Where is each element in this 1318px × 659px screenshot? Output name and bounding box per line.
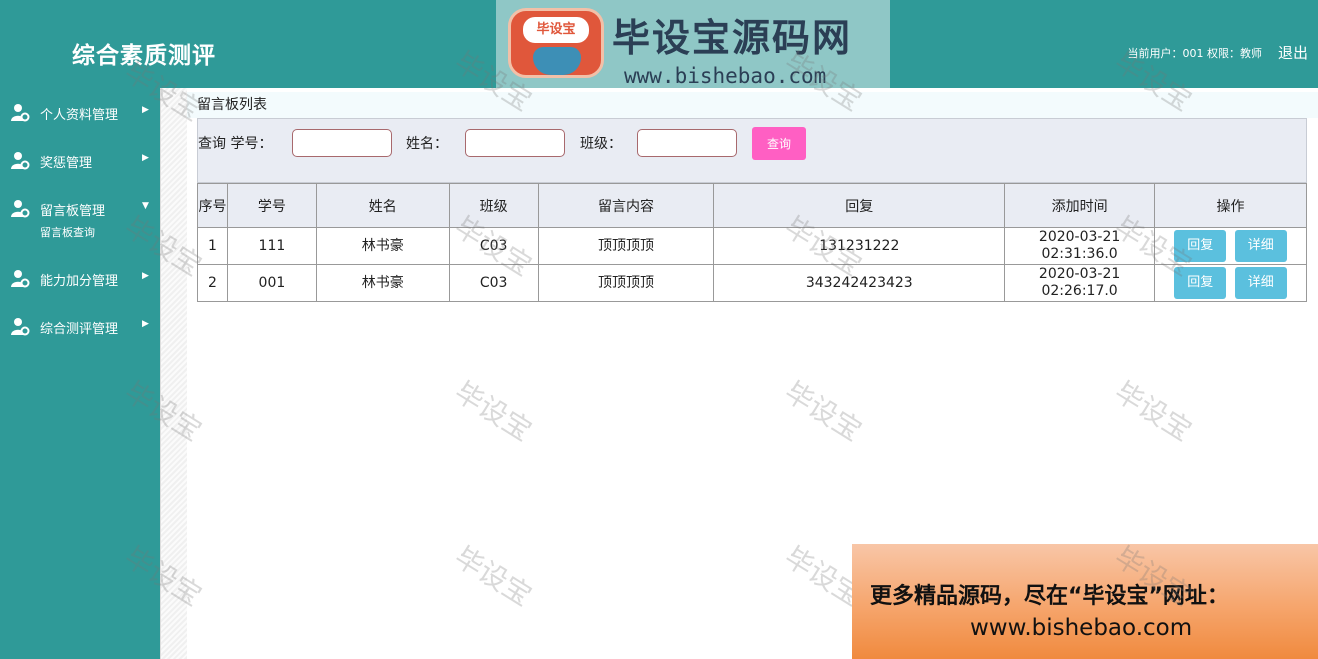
sidebar-item-label: 个人资料管理 xyxy=(40,108,119,123)
actions-cell: 回复 详细 xyxy=(1154,227,1307,265)
brand-watermark: 毕设宝 毕设宝源码网 www.bishebao.com xyxy=(496,0,890,88)
student-id-cell: 111 xyxy=(226,227,317,265)
added-clock: 02:31:36.0 xyxy=(1041,246,1118,262)
chevron-down-icon: ▼ xyxy=(142,201,149,211)
brand-logo: 毕设宝 xyxy=(508,8,604,78)
sidebar-item-ability-points[interactable]: 能力加分管理 ▶ xyxy=(0,254,160,302)
name-label: 姓名： xyxy=(406,136,448,152)
sidebar-item-label: 综合测评管理 xyxy=(40,322,119,337)
detail-button[interactable]: 详细 xyxy=(1234,230,1287,262)
reply-button[interactable]: 回复 xyxy=(1174,230,1227,262)
name-cell: 林书豪 xyxy=(315,227,450,265)
search-panel: 查询 学号： 姓名： 班级： 查询 xyxy=(197,118,1307,183)
sidebar-item-label: 留言板管理 xyxy=(40,204,106,219)
logout-link[interactable]: 退出 xyxy=(1278,42,1308,63)
chevron-right-icon: ▶ xyxy=(142,153,149,163)
table-row: 1 111 林书豪 C03 顶顶顶顶 131231222 2020-03-21 … xyxy=(197,227,1307,265)
page-title: 留言板列表 xyxy=(187,92,1318,118)
name-input[interactable] xyxy=(465,129,565,157)
column-header: 回复 xyxy=(713,183,1006,228)
user-gear-icon xyxy=(11,152,30,170)
detail-button[interactable]: 详细 xyxy=(1234,267,1287,299)
column-header: 姓名 xyxy=(315,183,450,228)
table-header-row: 序号 学号 姓名 班级 留言内容 回复 添加时间 操作 xyxy=(197,183,1307,228)
frame-divider xyxy=(160,88,187,659)
reply-cell: 343242423423 xyxy=(713,264,1006,302)
current-user-info: 当前用户：001 权限：教师 xyxy=(1127,47,1263,60)
sidebar-item-message-board[interactable]: 留言板管理 ▼ xyxy=(0,184,160,232)
sidebar-item-label: 奖惩管理 xyxy=(40,156,93,171)
ad-banner: 更多精品源码，尽在“毕设宝”网址： www.bishebao.com xyxy=(852,544,1318,659)
sidebar-item-evaluation[interactable]: 综合测评管理 ▶ xyxy=(0,302,160,350)
brand-url: www.bishebao.com xyxy=(624,64,827,88)
student-id-input[interactable] xyxy=(292,129,392,157)
chevron-right-icon: ▶ xyxy=(142,319,149,329)
table-row: 2 001 林书豪 C03 顶顶顶顶 343242423423 2020-03-… xyxy=(197,264,1307,302)
chevron-right-icon: ▶ xyxy=(142,105,149,115)
added-clock: 02:26:17.0 xyxy=(1041,283,1118,299)
ad-headline: 更多精品源码，尽在“毕设宝”网址： xyxy=(870,584,1229,609)
ad-url: www.bishebao.com xyxy=(970,615,1193,641)
column-header: 留言内容 xyxy=(537,183,715,228)
student-id-cell: 001 xyxy=(226,264,317,302)
seq-cell: 1 xyxy=(197,227,228,265)
class-cell: C03 xyxy=(448,264,539,302)
column-header: 添加时间 xyxy=(1004,183,1156,228)
app-title: 综合素质测评 xyxy=(72,42,216,69)
user-gear-icon xyxy=(11,104,30,122)
brand-name: 毕设宝源码网 xyxy=(612,16,853,60)
search-button[interactable]: 查询 xyxy=(752,127,806,160)
class-cell: C03 xyxy=(448,227,539,265)
message-table: 序号 学号 姓名 班级 留言内容 回复 添加时间 操作 1 111 林书豪 C0… xyxy=(197,183,1307,302)
user-gear-icon xyxy=(11,270,30,288)
class-label: 班级： xyxy=(580,136,622,152)
sidebar-item-label: 能力加分管理 xyxy=(40,274,119,289)
column-header: 操作 xyxy=(1154,183,1307,228)
reply-button[interactable]: 回复 xyxy=(1174,267,1227,299)
sidebar: 个人资料管理 ▶ 奖惩管理 ▶ 留言板管理 ▼ 留言板查询 能力加分管理 ▶ 综… xyxy=(0,88,160,659)
reply-cell: 131231222 xyxy=(713,227,1006,265)
name-cell: 林书豪 xyxy=(315,264,450,302)
brand-mascot-icon xyxy=(533,47,581,75)
added-date: 2020-03-21 xyxy=(1038,229,1121,245)
content-cell: 顶顶顶顶 xyxy=(537,227,715,265)
added-date: 2020-03-21 xyxy=(1038,266,1121,282)
content-cell: 顶顶顶顶 xyxy=(537,264,715,302)
student-id-label: 查询 学号： xyxy=(198,136,273,152)
column-header: 学号 xyxy=(226,183,317,228)
sidebar-item-profile[interactable]: 个人资料管理 ▶ xyxy=(0,88,160,136)
class-input[interactable] xyxy=(637,129,737,157)
added-time-cell: 2020-03-21 02:26:17.0 xyxy=(1004,264,1156,302)
seq-cell: 2 xyxy=(197,264,228,302)
user-gear-icon xyxy=(11,200,30,218)
actions-cell: 回复 详细 xyxy=(1154,264,1307,302)
chevron-right-icon: ▶ xyxy=(142,271,149,281)
user-gear-icon xyxy=(11,318,30,336)
column-header: 班级 xyxy=(448,183,539,228)
sidebar-item-rewards[interactable]: 奖惩管理 ▶ xyxy=(0,136,160,184)
column-header: 序号 xyxy=(197,183,228,228)
brand-logo-text: 毕设宝 xyxy=(523,17,589,43)
added-time-cell: 2020-03-21 02:31:36.0 xyxy=(1004,227,1156,265)
